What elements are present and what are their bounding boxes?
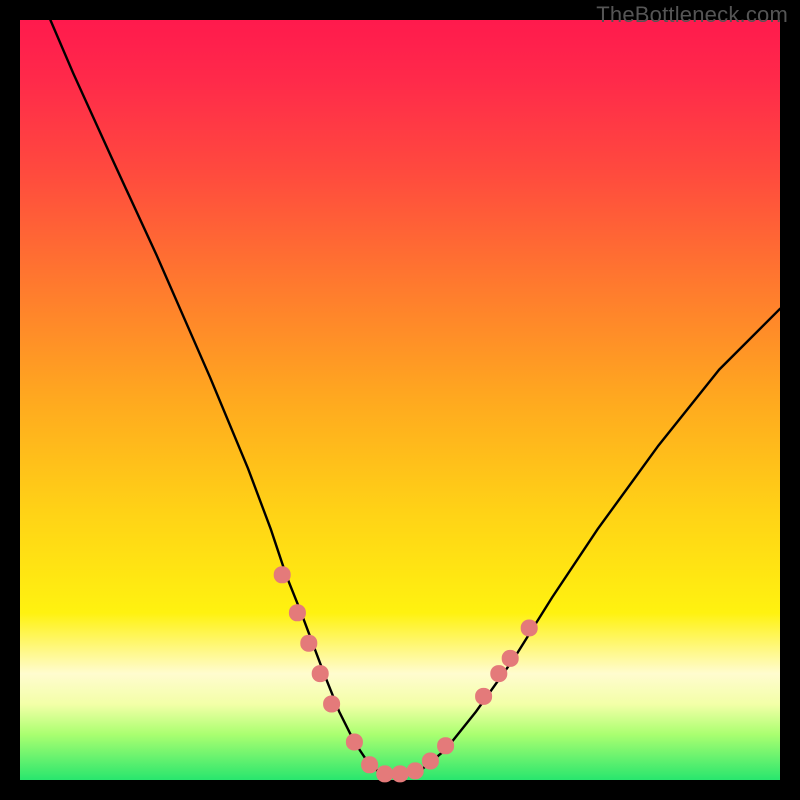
marker-dot bbox=[521, 620, 538, 637]
marker-dot bbox=[475, 688, 492, 705]
marker-dot bbox=[289, 604, 306, 621]
watermark-text: TheBottleneck.com bbox=[596, 2, 788, 28]
marker-dot bbox=[392, 765, 409, 782]
highlighted-points bbox=[274, 566, 538, 782]
marker-dot bbox=[407, 762, 424, 779]
marker-dot bbox=[312, 665, 329, 682]
marker-dot bbox=[422, 753, 439, 770]
marker-dot bbox=[376, 765, 393, 782]
marker-dot bbox=[490, 665, 507, 682]
marker-dot bbox=[323, 696, 340, 713]
marker-dot bbox=[346, 734, 363, 751]
marker-dot bbox=[361, 756, 378, 773]
marker-dot bbox=[502, 650, 519, 667]
marker-dot bbox=[300, 635, 317, 652]
marker-dot bbox=[437, 737, 454, 754]
curve-layer bbox=[20, 20, 780, 780]
bottleneck-curve bbox=[50, 20, 780, 776]
plot-area bbox=[20, 20, 780, 780]
marker-dot bbox=[274, 566, 291, 583]
chart-frame: TheBottleneck.com bbox=[0, 0, 800, 800]
